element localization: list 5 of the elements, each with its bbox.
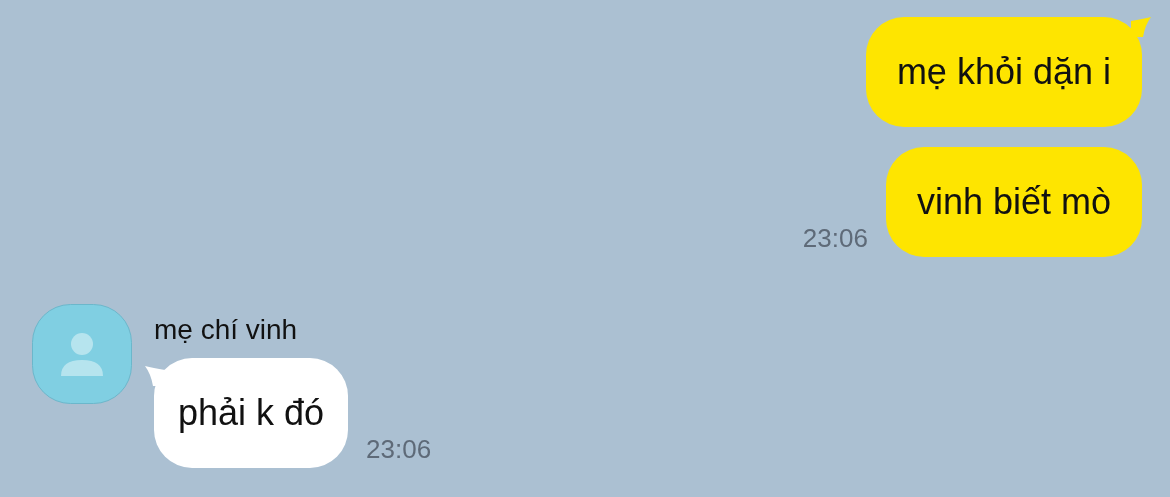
message-bubble: vinh biết mò xyxy=(885,147,1142,257)
avatar-icon[interactable] xyxy=(32,304,132,404)
message-time: 23:06 xyxy=(366,434,432,464)
sender-name: mẹ chí vinh xyxy=(154,313,299,347)
message-time: 23:06 xyxy=(802,223,868,253)
